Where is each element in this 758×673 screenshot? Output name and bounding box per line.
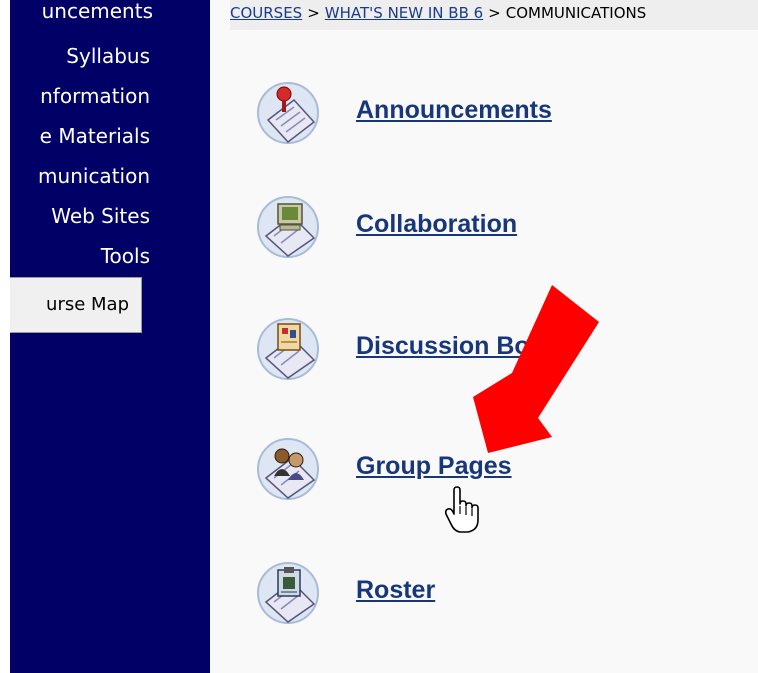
pushpin-icon xyxy=(257,82,319,144)
tool-row-group-pages: Group Pages xyxy=(210,436,758,506)
sidebar-item-communication[interactable]: munication xyxy=(38,164,150,188)
hand-cursor-icon xyxy=(444,486,479,533)
tool-row-roster: Roster xyxy=(210,560,758,630)
breadcrumb-separator: > xyxy=(488,4,501,22)
sidebar-item-materials[interactable]: e Materials xyxy=(40,124,150,148)
sidebar-item-information[interactable]: nformation xyxy=(40,84,150,108)
roster-link[interactable]: Roster xyxy=(356,576,435,605)
sidebar-item-announcements[interactable]: uncements xyxy=(42,0,153,23)
breadcrumb: COURSES > WHAT'S NEW IN BB 6 > COMMUNICATION… xyxy=(230,4,646,22)
clipboard-icon xyxy=(257,562,319,624)
tool-row-collaboration: Collaboration xyxy=(210,194,758,264)
people-icon xyxy=(257,438,319,500)
breadcrumb-separator: > xyxy=(307,4,320,22)
group-pages-link[interactable]: Group Pages xyxy=(356,452,512,481)
collaboration-link[interactable]: Collaboration xyxy=(356,210,517,239)
breadcrumb-courses[interactable]: COURSES xyxy=(230,4,302,22)
sidebar-item-syllabus[interactable]: Syllabus xyxy=(66,44,150,68)
discussion-board-link[interactable]: Discussion Board xyxy=(356,332,569,361)
breadcrumb-current: COMMUNICATIONS xyxy=(505,4,647,22)
announcements-link[interactable]: Announcements xyxy=(356,96,552,125)
tool-row-announcements: Announcements xyxy=(210,80,758,150)
breadcrumb-whats-new[interactable]: WHAT'S NEW IN BB 6 xyxy=(325,4,483,22)
sidebar-item-tools[interactable]: Tools xyxy=(101,244,150,268)
computer-icon xyxy=(257,196,319,258)
tool-row-discussion-board: Discussion Board xyxy=(210,316,758,386)
course-map-button[interactable]: urse Map xyxy=(10,277,142,333)
breadcrumb-bar: COURSES > WHAT'S NEW IN BB 6 > COMMUNICATION… xyxy=(230,0,758,30)
sidebar: uncements Syllabus nformation e Material… xyxy=(10,0,210,673)
discussion-board-icon xyxy=(257,318,319,380)
main-content: Announcements Collaboration Discussion B… xyxy=(210,0,758,673)
sidebar-item-web-sites[interactable]: Web Sites xyxy=(51,204,150,228)
